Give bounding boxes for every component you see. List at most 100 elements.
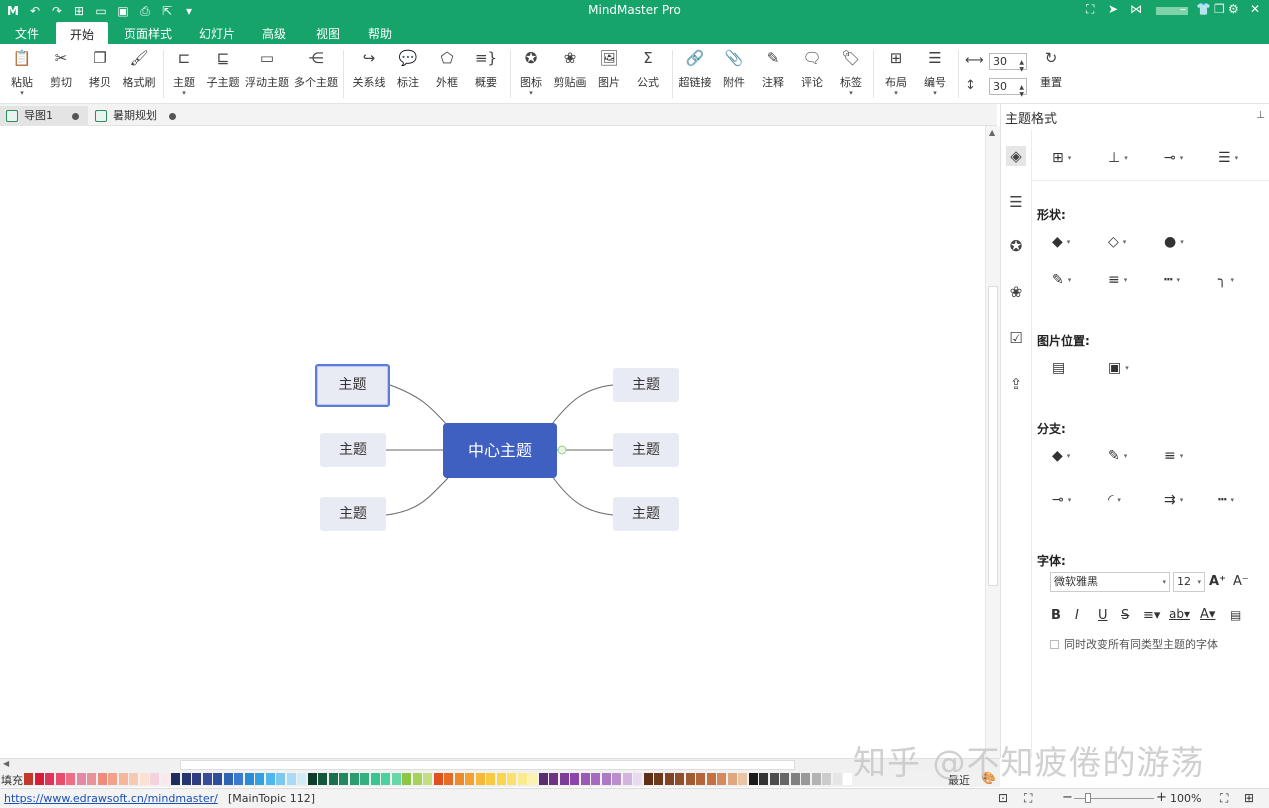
color-swatch[interactable] (45, 773, 54, 785)
font-color-icon[interactable]: A▾ (1200, 607, 1215, 622)
copy-button[interactable]: ❐ 拷贝 (80, 48, 120, 90)
vertical-scrollbar[interactable]: ▲ (985, 126, 1000, 758)
branch-weight-icon[interactable]: ≡ ▾ (1164, 446, 1200, 466)
color-swatch[interactable] (528, 773, 537, 785)
zoom-in-icon[interactable]: + (1156, 790, 1167, 805)
color-swatch[interactable] (843, 773, 852, 785)
branch-arrow-icon[interactable]: ⇉ ▾ (1164, 490, 1200, 510)
border-dash-icon[interactable]: ┅ ▾ (1164, 270, 1200, 290)
restore-icon[interactable]: ❐ (1214, 2, 1225, 16)
task-icon[interactable]: ☑ (1006, 328, 1026, 348)
numbering-icon[interactable]: ☰ ▾ (1218, 148, 1254, 168)
shadow-icon[interactable]: ● ▾ (1164, 232, 1200, 252)
clipart-panel-icon[interactable]: ❀ (1006, 282, 1026, 302)
connector-icon[interactable]: ⊸ ▾ (1164, 148, 1200, 168)
website-link[interactable]: https://www.edrawsoft.cn/mindmaster/ (4, 792, 218, 805)
icon-library-icon[interactable]: ✪ (1006, 236, 1026, 256)
color-swatch[interactable] (97, 773, 107, 785)
comment-button[interactable]: 🗨 评论 (792, 48, 832, 90)
font-size-select[interactable]: 12 ▾ (1173, 572, 1205, 592)
hyperlink-button[interactable]: 🔗 超链接 (675, 48, 715, 90)
color-swatch[interactable] (160, 773, 170, 785)
topic-button[interactable]: ⊏ 主题 ▾ (164, 48, 204, 97)
image-top-icon[interactable]: ▣ ▾ (1108, 358, 1144, 378)
close-icon[interactable]: ✕ (1250, 2, 1260, 16)
color-swatch[interactable] (370, 773, 380, 785)
image-button[interactable]: 🖼 图片 (589, 48, 629, 90)
color-swatch[interactable] (192, 773, 201, 785)
bold-icon[interactable]: B (1051, 608, 1061, 623)
color-swatch[interactable] (34, 773, 44, 785)
menu-home[interactable]: 开始 (56, 22, 109, 44)
color-swatch[interactable] (276, 773, 285, 785)
minimize-icon[interactable]: – (1180, 2, 1186, 16)
color-swatch[interactable] (706, 773, 716, 785)
floating-topic-button[interactable]: ▭ 浮动主题 (245, 48, 289, 90)
color-swatch[interactable] (475, 773, 485, 785)
main-topic-right-1[interactable]: 主题 (613, 368, 679, 402)
image-left-icon[interactable]: ▤ (1052, 358, 1088, 378)
main-topic-right-3[interactable]: 主题 (613, 497, 679, 531)
color-swatch[interactable] (223, 773, 233, 785)
attachment-button[interactable]: 📎 附件 (714, 48, 754, 90)
icon-button[interactable]: ✪ 图标 ▾ (511, 48, 551, 97)
text-box-icon[interactable]: ▤ (1230, 608, 1241, 622)
tab-close-dot[interactable] (72, 113, 79, 120)
color-swatch[interactable] (150, 773, 159, 785)
fullscreen-icon[interactable]: ⛶ (1086, 2, 1094, 17)
note-button[interactable]: ✎ 注释 (753, 48, 793, 90)
branch-dash-icon[interactable]: ┅ ▾ (1218, 490, 1254, 510)
color-swatch[interactable] (381, 773, 390, 785)
theme-icon[interactable]: 👕 (1196, 2, 1211, 16)
color-swatch[interactable] (66, 773, 75, 785)
fit-window-icon[interactable]: ⛶ (1220, 791, 1228, 806)
grow-font-icon[interactable]: A⁺ (1209, 574, 1226, 589)
color-swatch[interactable] (811, 773, 821, 785)
layout-button[interactable]: ⊞ 布局 ▾ (876, 48, 916, 97)
underline-icon[interactable]: U (1098, 608, 1108, 623)
color-swatch[interactable] (832, 773, 842, 785)
summary-button[interactable]: ≡} 概要 (466, 48, 506, 90)
color-swatch[interactable] (87, 773, 96, 785)
subtopic-button[interactable]: ⊑ 子主题 (203, 48, 243, 90)
shape-icon[interactable]: ◇ ▾ (1108, 232, 1144, 252)
color-swatch[interactable] (286, 773, 296, 785)
main-topic-left-3[interactable]: 主题 (320, 497, 386, 531)
color-swatch[interactable] (496, 773, 506, 785)
zoom-out-icon[interactable]: − (1062, 790, 1073, 805)
menu-page-style[interactable]: 页面样式 (124, 25, 172, 42)
menu-file[interactable]: 文件 (15, 25, 39, 42)
tag-button[interactable]: 🏷 标签 ▾ (831, 48, 871, 97)
share-icon[interactable]: ⋈ (1130, 2, 1142, 16)
color-swatch[interactable] (549, 773, 558, 785)
layout-tree-icon[interactable]: ⊥ ▾ (1108, 148, 1144, 168)
color-swatch[interactable] (433, 773, 443, 785)
horizontal-scrollbar[interactable]: ◀ (0, 758, 1000, 771)
color-swatch[interactable] (790, 773, 800, 785)
color-swatch[interactable] (76, 773, 86, 785)
zoom-slider-thumb[interactable] (1085, 793, 1091, 803)
menu-advanced[interactable]: 高级 (262, 25, 286, 42)
numbering-button[interactable]: ☰ 编号 ▾ (915, 48, 955, 97)
central-topic[interactable]: 中心主题 (443, 423, 557, 478)
color-swatch[interactable] (444, 773, 453, 785)
color-swatch[interactable] (139, 773, 149, 785)
fullscreen-view-icon[interactable]: ⛶ (1024, 791, 1032, 806)
structure-icon[interactable]: ⊞ ▾ (1052, 148, 1088, 168)
corner-style-icon[interactable]: ╮ ▾ (1218, 270, 1254, 290)
tab-document-2[interactable]: 暑期规划 (89, 106, 185, 126)
apply-all-font-checkbox[interactable]: 同时改变所有同类型主题的字体 (1050, 636, 1218, 652)
color-swatch[interactable] (601, 773, 611, 785)
upload-icon[interactable]: ⇪ (1006, 374, 1026, 394)
color-swatch[interactable] (202, 773, 212, 785)
color-swatch[interactable] (717, 773, 726, 785)
vertical-scroll-thumb[interactable] (988, 286, 998, 586)
main-topic-left-2[interactable]: 主题 (320, 433, 386, 467)
callout-button[interactable]: 💬 标注 (388, 48, 428, 90)
color-swatch[interactable] (759, 773, 768, 785)
checkbox-box[interactable] (1050, 639, 1059, 649)
color-swatch[interactable] (24, 773, 33, 785)
color-swatch[interactable] (412, 773, 422, 785)
color-swatch[interactable] (118, 773, 128, 785)
send-icon[interactable]: ➤ (1108, 2, 1118, 16)
